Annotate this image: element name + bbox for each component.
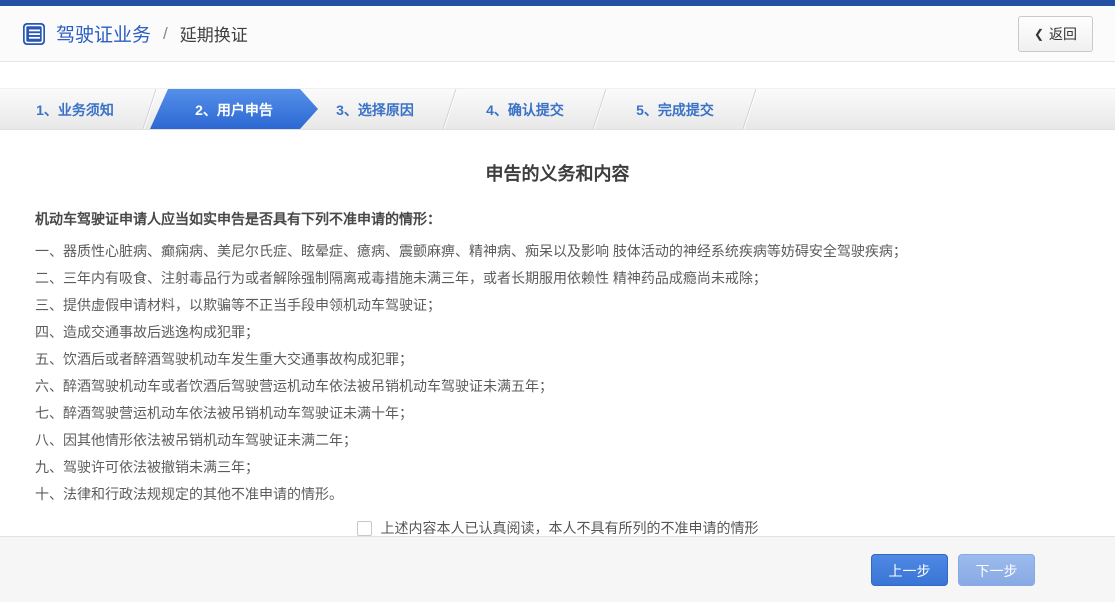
declaration-item: 二、三年内有吸食、注射毒品行为或者解除强制隔离戒毒措施未满三年，或者长期服用依赖…	[35, 270, 767, 286]
header: 驾驶证业务 / 延期换证 ❮ 返回	[0, 6, 1115, 62]
declaration-item: 七、醉酒驾驶营运机动车依法被吊销机动车驾驶证未满十年；	[35, 405, 413, 421]
list-icon	[22, 22, 46, 46]
step-tab[interactable]: 5、完成提交	[600, 89, 750, 129]
declaration-item: 一、器质性心脏病、癫痫病、美尼尔氏症、眩晕症、癔病、震颤麻痹、精神病、痴呆以及影…	[35, 243, 907, 259]
footer-action-bar: 上一步 下一步	[0, 536, 1115, 602]
declaration-item: 九、驾驶许可依法被撤销未满三年；	[35, 459, 259, 475]
back-button[interactable]: ❮ 返回	[1017, 15, 1093, 52]
back-button-label: 返回	[1049, 25, 1077, 42]
declaration-item: 三、提供虚假申请材料，以欺骗等不正当手段申领机动车驾驶证；	[35, 297, 441, 313]
page-title: 驾驶证业务	[56, 25, 152, 46]
back-chevron-icon: ❮	[1033, 26, 1044, 41]
declaration-intro: 机动车驾驶证申请人应当如实申告是否具有下列不准申请的情形：	[35, 211, 441, 227]
content-title: 申告的义务和内容	[485, 164, 630, 184]
declaration-list: 一、器质性心脏病、癫痫病、美尼尔氏症、眩晕症、癔病、震颤麻痹、精神病、痴呆以及影…	[35, 238, 1080, 508]
breadcrumb: 驾驶证业务 / 延期换证	[22, 20, 248, 47]
step-tab-label: 1、业务须知	[36, 102, 114, 118]
main-content: 申告的义务和内容 机动车驾驶证申请人应当如实申告是否具有下列不准申请的情形： 一…	[0, 130, 1115, 538]
declaration-item: 六、醉酒驾驶机动车或者饮酒后驾驶营运机动车依法被吊销机动车驾驶证未满五年；	[35, 378, 553, 394]
step-tab[interactable]: 4、确认提交	[450, 89, 600, 129]
step-tab[interactable]: 3、选择原因	[300, 89, 450, 129]
agreement-label: 上述内容本人已认真阅读，本人不具有所列的不准申请的情形	[380, 520, 759, 536]
step-progress-bar: 1、业务须知 2、用户申告 3、选择原因 4、确认提交 5、完成提交	[0, 88, 1115, 130]
agreement-row: 上述内容本人已认真阅读，本人不具有所列的不准申请的情形	[35, 518, 1080, 538]
step-tab[interactable]: 1、业务须知	[0, 89, 150, 129]
step-tab-label: 2、用户申告	[195, 102, 273, 118]
declaration-item: 八、因其他情形依法被吊销机动车驾驶证未满二年；	[35, 432, 357, 448]
declaration-item: 十、法律和行政法规规定的其他不准申请的情形。	[35, 486, 343, 502]
step-tab[interactable]: 2、用户申告	[150, 89, 318, 129]
declaration-item: 五、饮酒后或者醉酒驾驶机动车发生重大交通事故构成犯罪；	[35, 351, 413, 367]
previous-step-button[interactable]: 上一步	[871, 553, 948, 586]
agreement-checkbox[interactable]	[356, 520, 372, 536]
step-tab-label: 3、选择原因	[336, 102, 414, 118]
declaration-item: 四、造成交通事故后逃逸构成犯罪；	[35, 324, 259, 340]
page: 驾驶证业务 / 延期换证 ❮ 返回 1、业务须知 2、用户申告 3、选择原因 4…	[0, 0, 1115, 614]
step-tab-label: 5、完成提交	[636, 102, 714, 118]
page-subtitle: 延期换证	[179, 26, 248, 45]
next-step-button[interactable]: 下一步	[958, 553, 1035, 586]
breadcrumb-separator: /	[163, 23, 168, 43]
step-tab-label: 4、确认提交	[486, 102, 564, 118]
